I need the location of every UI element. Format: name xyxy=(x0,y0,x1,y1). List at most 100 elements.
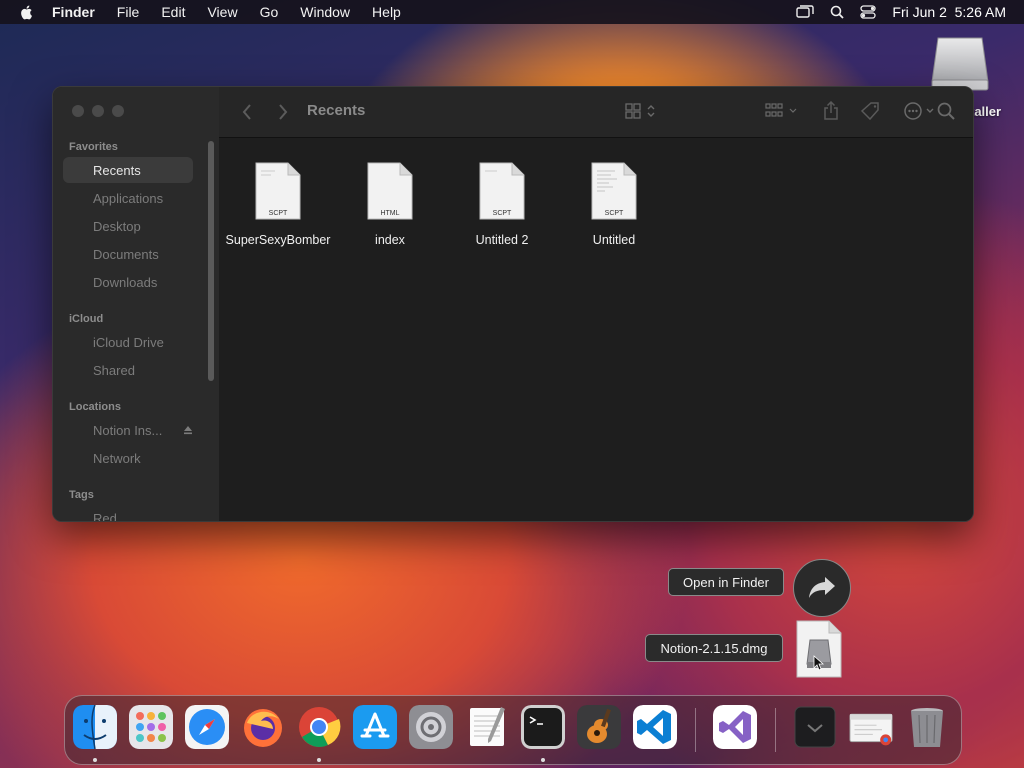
chrome-window-dock-icon[interactable] xyxy=(849,705,893,749)
textedit-dock-icon[interactable] xyxy=(465,705,509,749)
trash-dock-icon[interactable] xyxy=(905,705,949,749)
zoom-button[interactable] xyxy=(112,105,124,117)
window-controls xyxy=(72,105,124,117)
installer-disk-label: taller xyxy=(970,104,1002,119)
open-in-finder-tooltip[interactable]: Open in Finder xyxy=(668,568,784,596)
dmg-file-icon[interactable] xyxy=(796,620,842,678)
finder-sidebar: Favorites Recents Applications Desktop D… xyxy=(53,87,220,521)
sidebar-item-label: Recents xyxy=(93,162,141,178)
spotlight-icon[interactable] xyxy=(830,5,845,19)
dock xyxy=(64,695,962,765)
control-center-icon[interactable] xyxy=(860,5,877,19)
sidebar-item-label: Shared xyxy=(93,362,135,378)
file-item[interactable]: SCPT SuperSexyBomber xyxy=(223,162,333,248)
file-type-label: SCPT xyxy=(605,210,624,217)
sidebar-item-desktop[interactable]: Desktop xyxy=(63,213,193,239)
file-type-label: SCPT xyxy=(493,210,512,217)
firefox-dock-icon[interactable] xyxy=(241,705,285,749)
chrome-dock-icon[interactable] xyxy=(297,705,341,749)
menu-go[interactable]: Go xyxy=(260,4,279,20)
menubar-clock[interactable]: Fri Jun 2 5:26 AM xyxy=(892,4,1006,20)
sidebar-scrollbar[interactable] xyxy=(208,141,214,381)
file-type-label: SCPT xyxy=(269,210,288,217)
script-document-icon: SCPT xyxy=(591,162,637,220)
downloads-stack-icon[interactable] xyxy=(793,705,837,749)
sidebar-item-tag-red[interactable]: Red xyxy=(63,505,193,522)
sidebar-item-label: Network xyxy=(93,450,141,466)
group-by-icon[interactable] xyxy=(765,103,801,119)
sidebar-item-downloads[interactable]: Downloads xyxy=(63,269,193,295)
sidebar-item-recents[interactable]: Recents xyxy=(63,157,193,183)
sidebar-item-label: Notion Ins... xyxy=(93,422,163,438)
file-name: SuperSexyBomber xyxy=(225,233,331,247)
app-store-dock-icon[interactable] xyxy=(353,705,397,749)
file-item[interactable]: HTML index xyxy=(335,162,445,248)
sidebar-item-label: Applications xyxy=(93,190,164,206)
file-item[interactable]: SCPT Untitled xyxy=(559,162,669,248)
sidebar-header-locations: Locations xyxy=(69,401,121,413)
html-document-icon: HTML xyxy=(367,162,413,220)
dock-separator xyxy=(775,708,776,752)
visual-studio-dock-icon[interactable] xyxy=(713,705,757,749)
back-chevron-icon[interactable] xyxy=(241,103,253,121)
finder-dock-icon[interactable] xyxy=(73,705,117,749)
safari-dock-icon[interactable] xyxy=(185,705,229,749)
downloaded-file-label: Notion-2.1.15.dmg xyxy=(645,634,783,662)
vscode-dock-icon[interactable] xyxy=(633,705,677,749)
menu-view[interactable]: View xyxy=(207,4,237,20)
finder-toolbar: Recents xyxy=(219,87,973,138)
sidebar-item-label: Red xyxy=(93,510,117,522)
menu-edit[interactable]: Edit xyxy=(161,4,185,20)
file-item[interactable]: SCPT Untitled 2 xyxy=(447,162,557,248)
sidebar-item-label: iCloud Drive xyxy=(93,334,164,350)
stage-manager-icon[interactable] xyxy=(796,5,815,19)
sidebar-item-network[interactable]: Network xyxy=(63,445,193,471)
forward-chevron-icon[interactable] xyxy=(277,103,289,121)
sidebar-item-documents[interactable]: Documents xyxy=(63,241,193,267)
menu-help[interactable]: Help xyxy=(372,4,401,20)
dock-separator xyxy=(695,708,696,752)
tag-icon[interactable] xyxy=(861,101,881,121)
garageband-dock-icon[interactable] xyxy=(577,705,621,749)
file-browser-area: SCPT SuperSexyBomber HTML index SCPT Unt… xyxy=(219,138,973,521)
sidebar-item-shared[interactable]: Shared xyxy=(63,357,193,383)
launchpad-dock-icon[interactable] xyxy=(129,705,173,749)
icon-view-grid-icon[interactable] xyxy=(625,103,657,119)
menu-app-name[interactable]: Finder xyxy=(52,4,95,20)
window-title: Recents xyxy=(307,102,366,119)
close-button[interactable] xyxy=(72,105,84,117)
finder-window: Favorites Recents Applications Desktop D… xyxy=(52,86,974,522)
curved-arrow-icon xyxy=(809,577,835,598)
minimize-button[interactable] xyxy=(92,105,104,117)
sidebar-item-applications[interactable]: Applications xyxy=(63,185,193,211)
sidebar-item-label: Downloads xyxy=(93,274,158,290)
running-indicator xyxy=(317,758,321,762)
menu-bar: Finder File Edit View Go Window Help Fri… xyxy=(0,0,1024,24)
apple-menu-icon[interactable] xyxy=(18,3,36,21)
file-name: index xyxy=(375,233,405,247)
sidebar-header-tags: Tags xyxy=(69,489,94,501)
system-settings-dock-icon[interactable] xyxy=(409,705,453,749)
sidebar-item-label: Desktop xyxy=(93,218,141,234)
sidebar-header-favorites: Favorites xyxy=(69,141,118,153)
open-in-finder-button[interactable] xyxy=(793,559,851,617)
share-icon[interactable] xyxy=(823,101,839,121)
menu-file[interactable]: File xyxy=(117,4,140,20)
file-name: Untitled xyxy=(592,233,636,247)
script-document-icon: SCPT xyxy=(479,162,525,220)
sidebar-item-icloud-drive[interactable]: iCloud Drive xyxy=(63,329,193,355)
running-indicator xyxy=(541,758,545,762)
sidebar-header-icloud: iCloud xyxy=(69,313,104,325)
search-icon[interactable] xyxy=(937,102,955,120)
file-type-label: HTML xyxy=(380,210,399,217)
running-indicator xyxy=(93,758,97,762)
menu-window[interactable]: Window xyxy=(300,4,350,20)
sidebar-item-notion-installer[interactable]: Notion Ins... xyxy=(63,417,193,443)
eject-icon[interactable] xyxy=(183,425,193,435)
more-actions-icon[interactable] xyxy=(903,101,939,121)
terminal-dock-icon[interactable] xyxy=(521,705,565,749)
sidebar-item-label: Documents xyxy=(93,246,159,262)
script-document-icon: SCPT xyxy=(255,162,301,220)
file-name: Untitled 2 xyxy=(475,233,529,247)
installer-disk-icon[interactable] xyxy=(928,34,992,92)
